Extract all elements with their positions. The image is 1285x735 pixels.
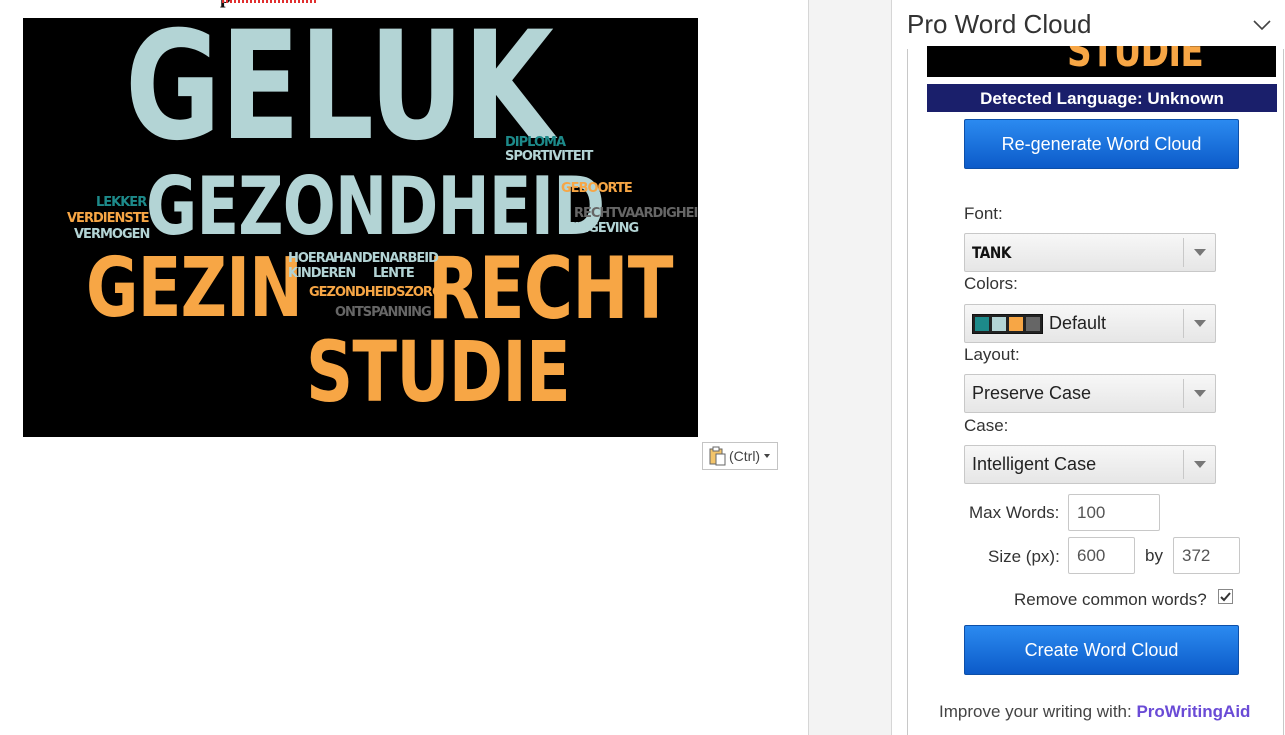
chevron-down-icon [1183, 450, 1215, 479]
chevron-down-icon [764, 454, 771, 458]
paste-options-label: (Ctrl) [729, 448, 761, 464]
cloud-word: GEZONDHEID [146, 160, 605, 253]
colors-value: Default [1049, 313, 1107, 333]
cloud-word: LENTE [373, 266, 415, 281]
cloud-word: ZINGEVING [566, 221, 639, 236]
layout-value: Preserve Case [972, 383, 1092, 403]
layout-select[interactable]: Preserve Case [964, 374, 1216, 413]
size-height-input[interactable]: 372 [1173, 537, 1240, 574]
cloud-word: VERDIENSTE [67, 211, 149, 226]
size-label: Size (px): [988, 547, 1060, 566]
layout-label: Layout: [964, 345, 1020, 364]
font-label: Font: [964, 204, 1003, 223]
pane-gutter [808, 0, 892, 735]
create-word-cloud-button[interactable]: Create Word Cloud [964, 625, 1239, 675]
cloud-word: KINDEREN [288, 266, 356, 281]
cloud-word: HOERA [288, 251, 335, 266]
cloud-word: ONTSPANNING [335, 305, 432, 320]
remove-common-label: Remove common words? [1014, 590, 1207, 609]
document-area[interactable]: p GELUK GEZONDHEID GEZIN RECHT STUDIE DI… [0, 0, 808, 735]
footer-text: Improve your writing with: [939, 702, 1132, 721]
word-cloud-preview: STUDIE [927, 46, 1276, 77]
cloud-word: HANDENARBEID [333, 251, 439, 266]
font-select[interactable]: TANK [964, 233, 1216, 272]
colors-label: Colors: [964, 274, 1018, 293]
cloud-word: LEKKER [96, 195, 147, 210]
cloud-word: SPORTIVITEIT [505, 149, 593, 164]
word-cloud-pane: Pro Word Cloud STUDIE Detected Language:… [893, 0, 1285, 735]
chevron-down-icon [1183, 379, 1215, 408]
footer-promo: Improve your writing with: ProWritingAid [939, 702, 1250, 722]
checkmark-icon [1220, 592, 1231, 602]
remove-common-checkbox[interactable] [1218, 589, 1233, 604]
cloud-word: GEZIN [86, 241, 303, 336]
cloud-word: GELUK [125, 18, 554, 174]
spelling-squiggle [222, 0, 318, 3]
detected-language-bar: Detected Language: Unknown [927, 84, 1277, 112]
paste-options-button[interactable]: (Ctrl) [702, 442, 778, 470]
chevron-down-icon [1183, 309, 1215, 338]
cloud-word: GEBOORTE [561, 181, 633, 196]
size-by-label: by [1145, 546, 1163, 565]
font-value: TANK [972, 243, 1011, 262]
cloud-word: VERMOGEN [74, 227, 150, 242]
word-cloud-image[interactable]: GELUK GEZONDHEID GEZIN RECHT STUDIE DIPL… [23, 18, 698, 437]
case-value: Intelligent Case [972, 454, 1097, 474]
pane-frame-left [907, 49, 908, 735]
size-width-input[interactable]: 600 [1068, 537, 1135, 574]
cloud-word: STUDIE [306, 323, 571, 421]
clipboard-icon [709, 446, 726, 466]
colors-select[interactable]: Default [964, 304, 1216, 343]
max-words-input[interactable]: 100 [1068, 494, 1160, 531]
pane-title: Pro Word Cloud [907, 9, 1092, 39]
cloud-word: RECHTVAARDIGHEID [574, 206, 698, 221]
regenerate-button[interactable]: Re-generate Word Cloud [964, 119, 1239, 169]
chevron-down-icon[interactable] [1251, 14, 1273, 36]
chevron-down-icon [1183, 238, 1215, 267]
case-label: Case: [964, 416, 1009, 435]
pane-frame-right [1283, 49, 1284, 735]
prowritingaid-link[interactable]: ProWritingAid [1136, 702, 1250, 721]
case-select[interactable]: Intelligent Case [964, 445, 1216, 484]
cloud-word: DIPLOMA [505, 135, 566, 150]
color-swatches [972, 313, 1043, 334]
preview-word: STUDIE [1067, 46, 1204, 77]
cloud-word: GEZONDHEIDSZORG [309, 285, 443, 300]
cloud-word: RECHT [428, 239, 673, 339]
max-words-label: Max Words: [969, 503, 1060, 522]
